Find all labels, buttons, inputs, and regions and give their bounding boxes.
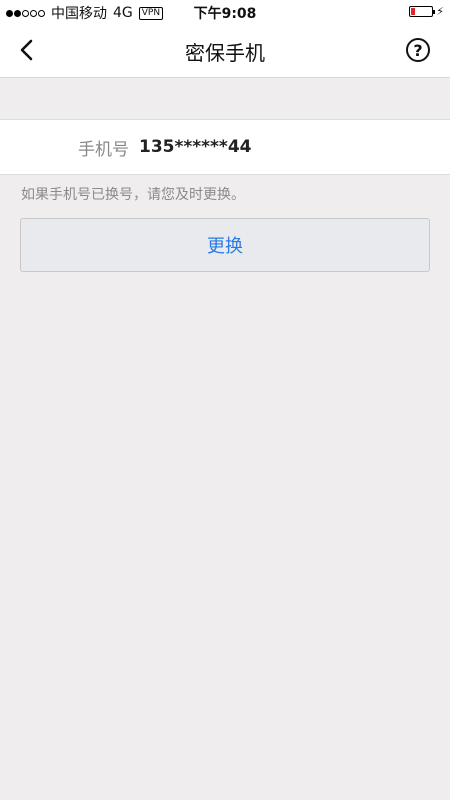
- phone-value: 135******44: [139, 137, 252, 157]
- question-circle-icon: ?: [413, 40, 423, 60]
- nav-bar: 密保手机 ?: [0, 24, 450, 78]
- hint-text: 如果手机号已换号，请您及时更换。: [21, 187, 245, 203]
- phone-label: 手机号: [78, 139, 129, 160]
- page-title: 密保手机: [185, 41, 265, 65]
- status-bar: 中国移动 4G VPN 下午9:08 ⚡: [0, 0, 450, 24]
- status-time: 下午9:08: [193, 6, 257, 22]
- phone-row: 手机号 135******44: [0, 119, 450, 175]
- help-button[interactable]: ?: [406, 38, 430, 62]
- battery-level: [411, 8, 416, 15]
- change-button[interactable]: 更换: [20, 218, 430, 272]
- battery-icon: [409, 6, 436, 17]
- status-right: ⚡: [409, 5, 444, 18]
- charging-icon: ⚡: [436, 5, 444, 18]
